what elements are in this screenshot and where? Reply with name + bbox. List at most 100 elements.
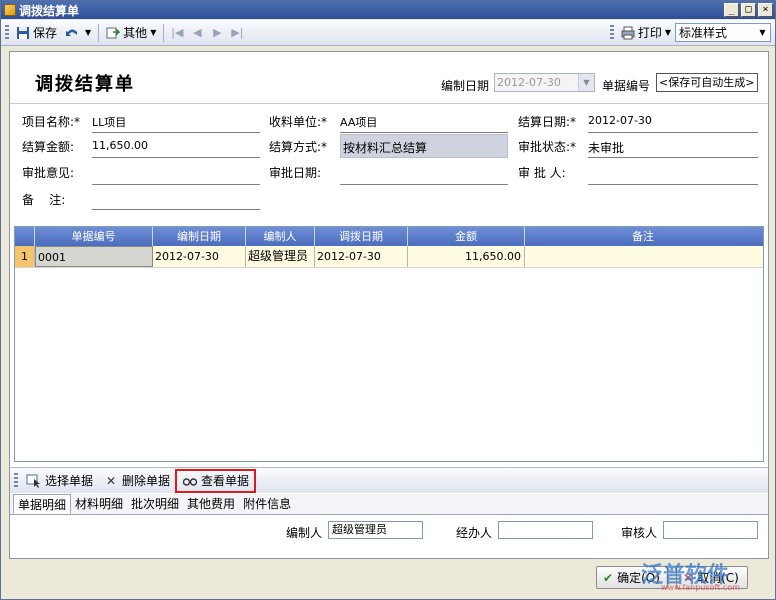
chevron-down-icon: ▼: [150, 28, 157, 37]
undo-dropdown-icon[interactable]: ▼: [85, 28, 91, 37]
column-header[interactable]: 金额: [408, 227, 525, 246]
remark-cell[interactable]: [525, 246, 761, 267]
view-bill-button[interactable]: 查看单据: [175, 468, 257, 493]
project-label: 项目名称:*: [22, 115, 81, 129]
method-label: 结算方式:*: [269, 140, 328, 154]
column-header[interactable]: 调拨日期: [315, 227, 408, 246]
minimize-button[interactable]: _: [724, 3, 739, 17]
other-menu-button[interactable]: 其他 ▼: [102, 22, 160, 44]
column-header[interactable]: 编制人: [246, 227, 315, 246]
maximize-button[interactable]: □: [741, 3, 756, 17]
undo-button[interactable]: ▼: [61, 22, 95, 44]
approver-field[interactable]: [588, 184, 758, 185]
print-button[interactable]: 打印 ▼: [617, 22, 675, 44]
amount-value[interactable]: 11,650.00: [92, 139, 148, 152]
main-toolbar: 保存 ▼ 其他 ▼ |◀ ◀ ▶ ▶| 打印 ▼ 标准样式 ▼: [1, 20, 775, 46]
reviewer-label: 审核人: [621, 526, 658, 540]
footer-fields: 编制人 超级管理员 经办人 审核人: [10, 516, 768, 558]
date-field[interactable]: 2012-07-30 ▼: [494, 73, 595, 92]
save-button[interactable]: 保存: [12, 22, 61, 44]
view-glasses-icon: [182, 477, 198, 486]
date-value: 2012-07-30: [497, 76, 561, 89]
delete-x-icon: ✕: [105, 473, 117, 488]
print-style-select[interactable]: 标准样式 ▼: [675, 23, 771, 42]
tab-attachments[interactable]: 附件信息: [239, 494, 295, 514]
column-header[interactable]: 编制日期: [153, 227, 246, 246]
print-style-value: 标准样式: [679, 26, 728, 40]
tab-material-detail[interactable]: 材料明细: [71, 494, 127, 514]
detail-tabs: 单据明细 材料明细 批次明细 其他费用 附件信息: [10, 494, 768, 515]
print-label: 打印: [637, 26, 662, 40]
toolbar-grip[interactable]: [14, 472, 18, 489]
date-label: 编制日期: [441, 79, 490, 93]
next-record-icon[interactable]: ▶: [207, 26, 227, 39]
close-button[interactable]: ×: [758, 3, 773, 17]
chevron-down-icon[interactable]: ▼: [578, 74, 594, 91]
status-underline: [588, 157, 758, 158]
status-label: 审批状态:*: [518, 140, 577, 154]
bill-no-cell[interactable]: 0001: [35, 246, 153, 267]
tab-other-fees[interactable]: 其他费用: [183, 494, 239, 514]
approve-date-label: 审批日期:: [269, 166, 322, 180]
undo-icon: [66, 29, 78, 36]
chevron-down-icon: ▼: [664, 28, 671, 37]
settle-date-value[interactable]: 2012-07-30: [588, 114, 652, 127]
remark-field[interactable]: [92, 209, 260, 210]
select-bill-label: 选择单据: [45, 474, 94, 488]
method-select[interactable]: 按材料汇总结算: [340, 134, 508, 158]
toolbar-separator: [163, 23, 165, 42]
detail-toolbar: 选择单据 ✕ 删除单据 查看单据: [10, 467, 768, 493]
tab-bill-detail[interactable]: 单据明细: [13, 494, 72, 514]
receiver-value[interactable]: AA项目: [340, 114, 377, 130]
title-bar: 调拨结算单 _ □ ×: [1, 1, 775, 19]
handler-field[interactable]: [498, 521, 593, 539]
bill-no-label: 单据编号: [602, 79, 651, 93]
delete-bill-button[interactable]: ✕ 删除单据: [98, 470, 175, 492]
opinion-label: 审批意见:: [22, 166, 75, 180]
prev-record-icon[interactable]: ◀: [187, 26, 207, 39]
printer-icon: [621, 26, 635, 39]
maker-cell[interactable]: 超级管理员: [246, 246, 315, 267]
amount-underline: [92, 157, 260, 158]
form-header: 调拨结算单 编制日期 2012-07-30 ▼ 单据编号 <保存可自动生成>: [10, 52, 768, 104]
bills-grid: 单据编号 编制日期 编制人 调拨日期 金额 备注 1 0001 2012-07-…: [14, 226, 764, 462]
bill-no-field[interactable]: <保存可自动生成>: [656, 73, 758, 92]
form-content: 调拨结算单 编制日期 2012-07-30 ▼ 单据编号 <保存可自动生成> 项…: [9, 51, 769, 559]
toolbar-grip[interactable]: [5, 24, 9, 41]
app-icon: [4, 4, 16, 16]
amount-cell[interactable]: 11,650.00: [408, 246, 525, 267]
date-cell[interactable]: 2012-07-30: [153, 246, 246, 267]
maker-field[interactable]: 超级管理员: [328, 521, 423, 539]
column-header[interactable]: 单据编号: [35, 227, 153, 246]
settle-date-label: 结算日期:*: [518, 115, 577, 129]
toolbar-separator: [98, 23, 100, 42]
watermark-url: www.fanpusoft.com: [661, 583, 740, 592]
handler-label: 经办人: [456, 526, 493, 540]
window-title: 调拨结算单: [19, 3, 80, 18]
approve-date-field[interactable]: [340, 184, 508, 185]
last-record-icon[interactable]: ▶|: [227, 26, 247, 39]
row-number[interactable]: 1: [15, 246, 35, 267]
column-header[interactable]: 备注: [525, 227, 761, 246]
tab-batch-detail[interactable]: 批次明细: [127, 494, 183, 514]
first-record-icon[interactable]: |◀: [167, 26, 187, 39]
reviewer-field[interactable]: [663, 521, 758, 539]
status-value[interactable]: 未审批: [588, 139, 624, 156]
receiver-underline: [340, 132, 508, 133]
delete-bill-label: 删除单据: [122, 474, 171, 488]
project-underline: [92, 132, 260, 133]
chevron-down-icon[interactable]: ▼: [755, 24, 770, 41]
settle-date-underline: [588, 132, 758, 133]
project-value[interactable]: LL项目: [92, 114, 126, 130]
grid-corner: [15, 227, 35, 246]
check-icon: ✔: [603, 570, 614, 585]
remark-label: 备 注:: [22, 193, 66, 207]
approver-label: 审 批 人:: [518, 166, 566, 180]
opinion-field[interactable]: [92, 184, 260, 185]
maker-label: 编制人: [286, 526, 323, 540]
toolbar-grip[interactable]: [609, 24, 614, 41]
table-row[interactable]: 1 0001 2012-07-30 超级管理员 2012-07-30 11,65…: [15, 246, 763, 268]
select-bill-button[interactable]: 选择单据: [21, 470, 98, 492]
save-label: 保存: [33, 26, 58, 40]
transfer-date-cell[interactable]: 2012-07-30: [315, 246, 408, 267]
